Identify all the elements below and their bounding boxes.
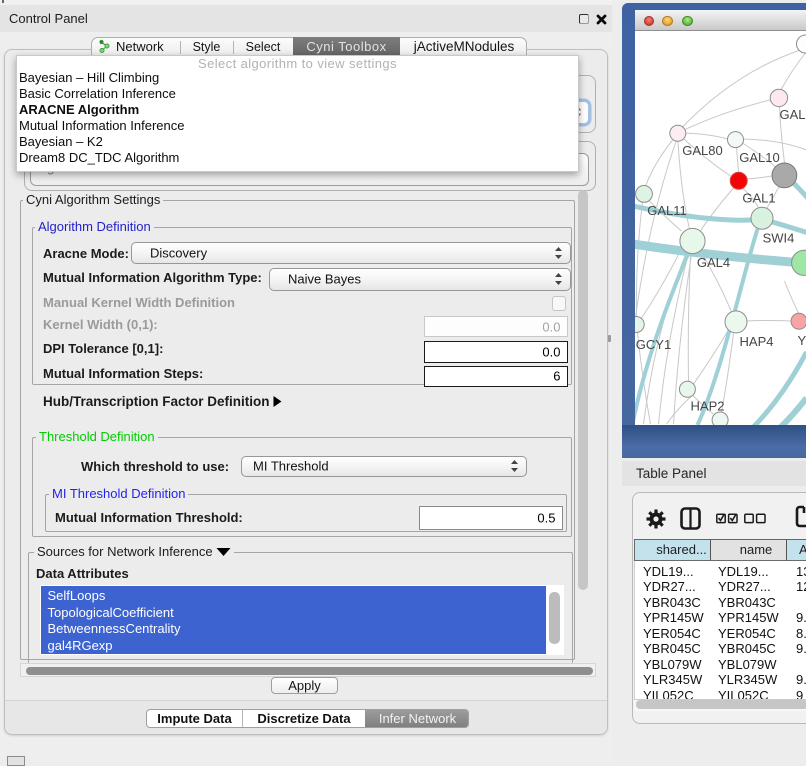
svg-text:GAL7: GAL7 — [779, 107, 806, 122]
svg-text:GAL4: GAL4 — [696, 255, 729, 270]
svg-text:Y: Y — [797, 333, 806, 348]
svg-text:GAL11: GAL11 — [647, 203, 687, 218]
svg-text:GAL10: GAL10 — [739, 150, 779, 165]
svg-text:SWI4: SWI4 — [762, 231, 794, 246]
svg-text:HAP4: HAP4 — [739, 334, 773, 349]
svg-text:GCY1: GCY1 — [635, 337, 670, 352]
svg-text:GAL80: GAL80 — [682, 143, 722, 158]
svg-text:HAP2: HAP2 — [690, 399, 724, 414]
svg-text:GAL1: GAL1 — [742, 191, 775, 206]
